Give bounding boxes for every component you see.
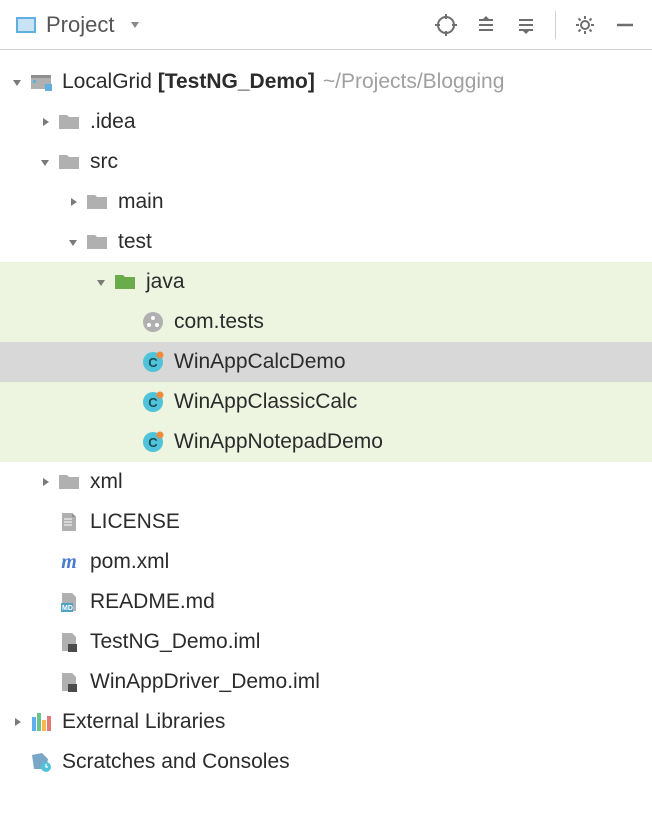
expand-arrow-icon[interactable] [34,155,56,169]
tree-node-java[interactable]: java [0,262,652,302]
expand-arrow-icon[interactable] [62,235,84,249]
tree-node-class-selected[interactable]: WinAppCalcDemo [0,342,652,382]
folder-icon [84,189,110,215]
toolbar-separator [555,11,556,39]
collapse-all-button[interactable] [509,8,543,42]
tree-node-class[interactable]: WinAppClassicCalc [0,382,652,422]
tree-node-test[interactable]: test [0,222,652,262]
locate-button[interactable] [429,8,463,42]
file-icon [56,509,82,535]
project-view-selector[interactable]: Project [0,12,142,38]
project-toolbar: Project [0,0,652,50]
tree-node-readme[interactable]: README.md [0,582,652,622]
java-class-icon [140,349,166,375]
test-source-folder-icon [112,269,138,295]
node-label: .idea [90,110,136,134]
collapse-arrow-icon[interactable] [6,715,28,729]
node-label: README.md [90,590,215,614]
folder-icon [56,469,82,495]
tree-node-class[interactable]: WinAppNotepadDemo [0,422,652,462]
node-label: TestNG_Demo.iml [90,630,260,654]
folder-icon [56,109,82,135]
node-label: src [90,150,118,174]
collapse-arrow-icon[interactable] [34,115,56,129]
node-label: main [118,190,164,214]
node-label: External Libraries [62,710,225,734]
tree-node-package[interactable]: com.tests [0,302,652,342]
node-label: WinAppDriver_Demo.iml [90,670,320,694]
node-label: java [146,270,185,294]
node-label: WinAppClassicCalc [174,390,357,414]
markdown-file-icon [56,589,82,615]
java-class-icon [140,389,166,415]
folder-icon [56,149,82,175]
project-tree: LocalGrid [TestNG_Demo] ~/Projects/Blogg… [0,50,652,782]
tree-node-scratches[interactable]: Scratches and Consoles [0,742,652,782]
collapse-arrow-icon[interactable] [62,195,84,209]
node-label: WinAppNotepadDemo [174,430,383,454]
tree-node-iml[interactable]: WinAppDriver_Demo.iml [0,662,652,702]
tree-node-pom[interactable]: m pom.xml [0,542,652,582]
tree-node-main[interactable]: main [0,182,652,222]
chevron-down-icon [128,13,142,37]
node-label: test [118,230,152,254]
hide-button[interactable] [608,8,642,42]
project-view-label: Project [46,12,114,38]
root-path: ~/Projects/Blogging [323,70,505,94]
maven-icon: m [56,549,82,575]
tree-node-iml[interactable]: TestNG_Demo.iml [0,622,652,662]
tree-node-root[interactable]: LocalGrid [TestNG_Demo] ~/Projects/Blogg… [0,62,652,102]
package-icon [140,309,166,335]
tree-node-license[interactable]: LICENSE [0,502,652,542]
node-label: xml [90,470,123,494]
settings-button[interactable] [568,8,602,42]
tree-node-xml[interactable]: xml [0,462,652,502]
tree-node-src[interactable]: src [0,142,652,182]
collapse-arrow-icon[interactable] [34,475,56,489]
node-label: LICENSE [90,510,180,534]
node-label: com.tests [174,310,264,334]
expand-arrow-icon[interactable] [90,275,112,289]
node-label: Scratches and Consoles [62,750,290,774]
scratches-icon [28,749,54,775]
module-icon [28,69,54,95]
tree-node-idea[interactable]: .idea [0,102,652,142]
node-label: pom.xml [90,550,169,574]
root-context: [TestNG_Demo] [158,70,315,94]
project-icon [14,13,38,37]
iml-file-icon [56,669,82,695]
expand-arrow-icon[interactable] [6,75,28,89]
java-class-icon [140,429,166,455]
libraries-icon [28,709,54,735]
iml-file-icon [56,629,82,655]
folder-icon [84,229,110,255]
root-name: LocalGrid [62,70,152,94]
tree-node-external-libraries[interactable]: External Libraries [0,702,652,742]
node-label: WinAppCalcDemo [174,350,346,374]
expand-all-button[interactable] [469,8,503,42]
